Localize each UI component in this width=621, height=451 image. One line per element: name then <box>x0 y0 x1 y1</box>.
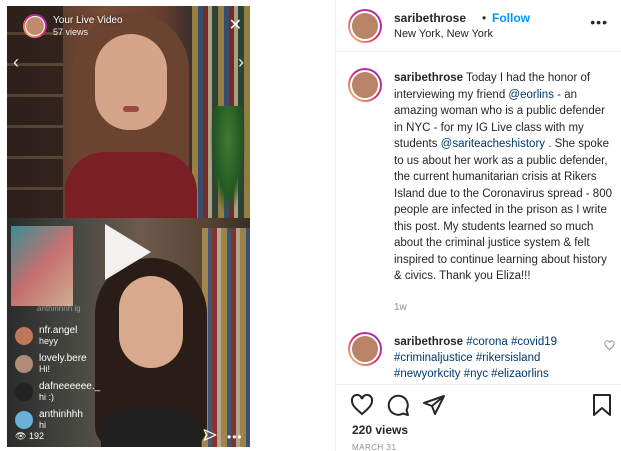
hashtag-link[interactable]: #criminaljustice <box>394 352 473 364</box>
hashtag-link[interactable]: #covid19 <box>511 336 557 348</box>
avatar <box>15 411 33 429</box>
viewer-count: 👁 192 <box>15 431 44 441</box>
live-subtitle: 57 views <box>53 27 89 37</box>
hashtag-comment: saribethrose #corona #covid19 #criminalj… <box>394 334 594 382</box>
host-video <box>65 12 197 222</box>
eye-icon: 👁 <box>15 431 27 441</box>
bookmark-icon[interactable] <box>592 393 612 417</box>
hashtag-link[interactable]: #nyc <box>464 368 488 380</box>
comment-username[interactable]: saribethrose <box>394 336 463 348</box>
view-count[interactable]: 220 views <box>352 423 408 437</box>
username-link[interactable]: saribethrose <box>394 11 466 25</box>
live-avatar <box>23 14 47 38</box>
live-comment: dafneeeeee._ hi :) <box>15 378 155 406</box>
more-options-icon[interactable]: ••• <box>590 14 608 30</box>
avatar <box>15 383 33 401</box>
play-icon[interactable] <box>105 224 151 280</box>
time-ago: 1w <box>394 302 407 313</box>
comment-icon[interactable] <box>386 393 410 417</box>
wall-art <box>11 226 73 306</box>
live-comment: anthinhhh hi <box>15 406 155 434</box>
hashtag-link[interactable]: #rikersisland <box>476 352 541 364</box>
send-icon[interactable] <box>203 428 217 442</box>
hashtag-link[interactable]: #newyorkcity <box>394 368 460 380</box>
post-details: saribethrose • Follow New York, New York… <box>335 0 621 451</box>
faded-username: anthinnnh ig <box>37 304 81 313</box>
follow-button[interactable]: Follow <box>492 11 530 25</box>
mention-link[interactable]: @sariteacheshistory <box>441 138 545 150</box>
video-post[interactable]: Your Live Video 57 views ✕ ‹ › anthinnnh… <box>7 6 250 447</box>
caption-username[interactable]: saribethrose <box>394 72 463 84</box>
live-title: Your Live Video <box>53 15 123 26</box>
hashtag-link[interactable]: #corona <box>466 336 508 348</box>
hashtag-link[interactable]: #elizaorlins <box>491 368 549 380</box>
action-bar: 220 views MARCH 31 <box>336 384 621 451</box>
live-comment: nfr.angel heyy <box>15 322 155 350</box>
like-heart-icon[interactable] <box>350 393 374 417</box>
live-comments: nfr.angel heyy lovely.bere Hi! dafneeeeee.… <box>15 322 155 434</box>
post-header: saribethrose • Follow New York, New York… <box>336 0 621 52</box>
separator-dot: • <box>482 11 487 25</box>
avatar[interactable] <box>348 68 382 102</box>
avatar <box>15 327 33 345</box>
chevron-right-icon[interactable]: › <box>238 52 244 73</box>
location-link[interactable]: New York, New York <box>394 28 493 40</box>
avatar[interactable] <box>348 332 382 366</box>
heart-icon[interactable] <box>604 340 615 351</box>
post-date: MARCH 31 <box>352 443 397 451</box>
live-comment: lovely.bere Hi! <box>15 350 155 378</box>
share-icon[interactable] <box>422 393 446 417</box>
post-caption: saribethrose Today I had the honor of in… <box>394 72 612 282</box>
avatar <box>15 355 33 373</box>
avatar[interactable] <box>348 9 382 43</box>
close-icon[interactable]: ✕ <box>229 18 242 34</box>
plant <box>210 106 246 216</box>
chevron-left-icon[interactable]: ‹ <box>13 52 19 73</box>
mention-link[interactable]: @eorlins <box>508 89 554 101</box>
more-icon[interactable]: ••• <box>227 430 243 444</box>
live-header: Your Live Video 57 views <box>23 14 123 38</box>
